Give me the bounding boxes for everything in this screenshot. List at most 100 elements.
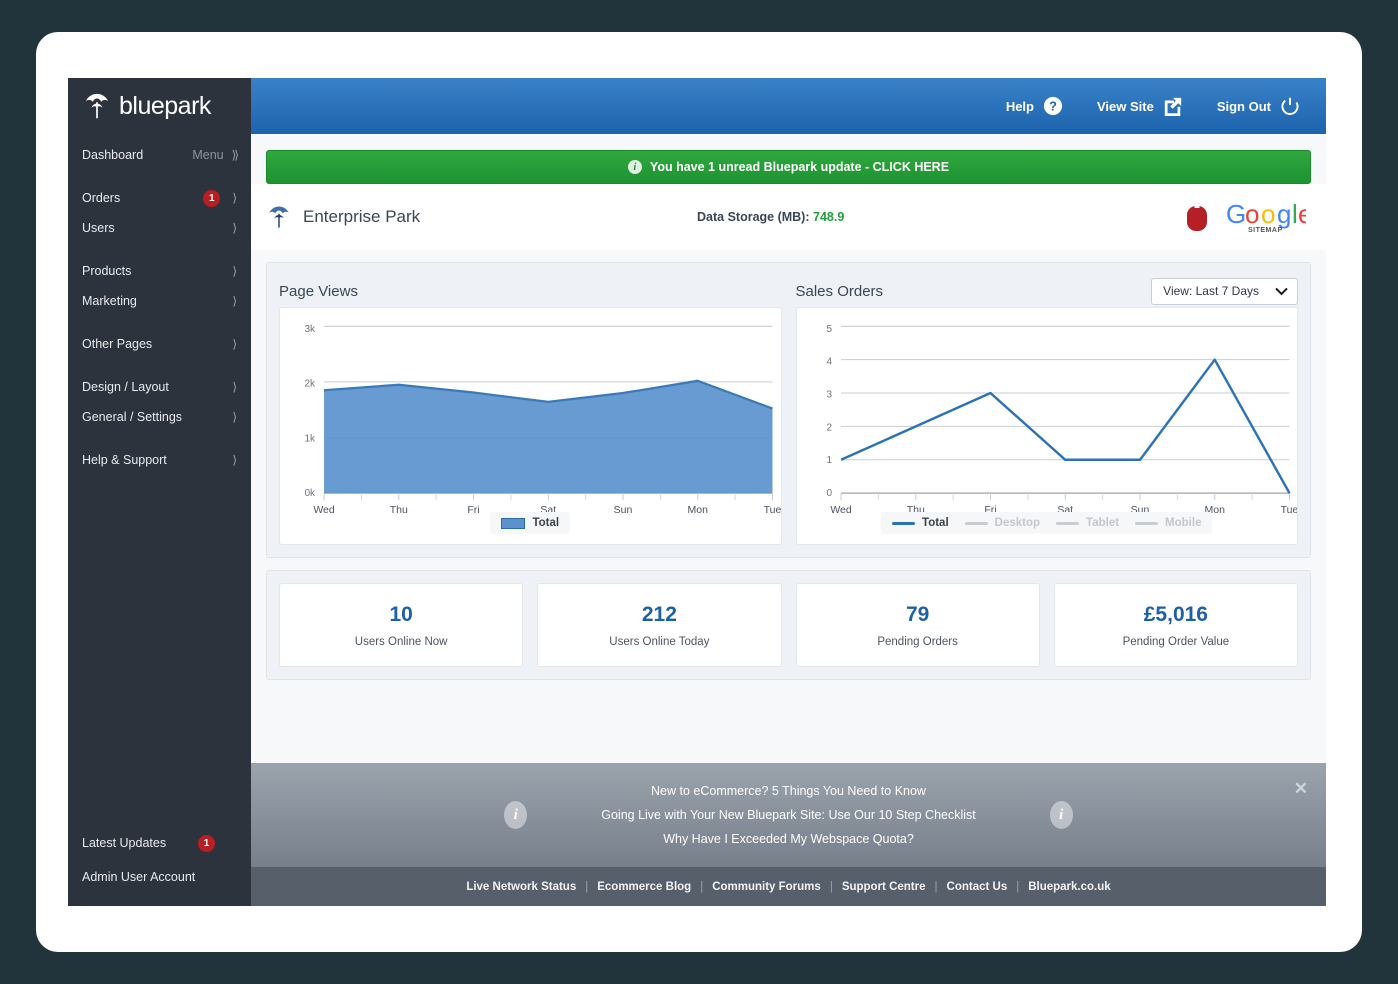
svg-text:0k: 0k (304, 488, 316, 499)
footer-link-bluepark[interactable]: Bluepark.co.uk (1028, 881, 1110, 893)
legend-swatch-icon (892, 521, 916, 525)
stat-card-pending-order-value[interactable]: £5,016 Pending Order Value (1053, 583, 1298, 667)
footer-link-contact-us[interactable]: Contact Us (947, 881, 1008, 893)
sidebar-item-label: Latest Updates (82, 836, 167, 850)
sidebar-item-orders[interactable]: Orders 1 ⟩ (68, 183, 251, 213)
top-bar: Help ? View Site Sign Out (251, 78, 1326, 134)
sidebar-item-dashboard[interactable]: Dashboard Menu ⟩⟩ (68, 140, 251, 170)
sidebar-item-label: Admin User Account (82, 870, 196, 884)
sales-orders-chart-column: Sales Orders View: Last 7 Days 0 1 2 3 4… (795, 275, 1298, 545)
google-sitemap-logo[interactable]: G o o g l e SITEMAP (1226, 199, 1312, 234)
footer-link-live-network-status[interactable]: Live Network Status (466, 881, 576, 893)
page-views-card: 0k 1k 2k 3k Wed Thu Fri Sat Sun Mon Tue Total (279, 307, 782, 545)
sidebar-item-design-layout[interactable]: Design / Layout ⟩ (68, 372, 251, 402)
site-tree-icon (269, 206, 289, 228)
stat-value: 212 (641, 602, 677, 626)
data-storage-label: Data Storage (MB): (697, 210, 810, 224)
sales-orders-title: Sales Orders (795, 282, 884, 300)
legend-item-desktop[interactable]: Desktop (964, 517, 1041, 529)
main-content: i You have 1 unread Bluepark update - CL… (251, 134, 1326, 906)
footer-separator: | (585, 880, 589, 893)
stat-card-users-online-today[interactable]: 212 Users Online Today (537, 583, 782, 667)
sidebar-item-admin-user-account[interactable]: Admin User Account (68, 860, 251, 894)
svg-text:o: o (1261, 201, 1275, 229)
footer-link-community-forums[interactable]: Community Forums (712, 881, 821, 893)
legend-item-total[interactable]: Total (501, 517, 559, 529)
chevron-double-right-icon: ⟩⟩ (231, 148, 240, 162)
help-button[interactable]: Help ? (1006, 96, 1063, 116)
svg-text:2k: 2k (304, 379, 316, 390)
footer-links: Live Network Status | Ecommerce Blog | C… (251, 867, 1326, 906)
legend-label: Total (922, 517, 949, 529)
close-icon[interactable]: ✕ (1294, 779, 1308, 799)
svg-text:0: 0 (826, 488, 832, 499)
sidebar-item-label: Help & Support (82, 453, 167, 467)
svg-text:4: 4 (826, 357, 832, 368)
power-icon (1281, 97, 1299, 115)
google-sitemap-caption: SITEMAP (1248, 227, 1283, 234)
stat-card-users-online-now[interactable]: 10 Users Online Now (279, 583, 524, 667)
legend-item-total[interactable]: Total (892, 517, 949, 529)
sidebar-item-other-pages[interactable]: Other Pages ⟩ (68, 329, 251, 359)
sidebar-item-users[interactable]: Users ⟩ (68, 213, 251, 243)
sidebar-item-label: Other Pages (82, 337, 153, 351)
question-mark-icon: ? (1043, 96, 1063, 116)
sidebar-item-label: Products (82, 264, 132, 278)
site-name-block: Enterprise Park (266, 204, 420, 230)
legend-item-tablet[interactable]: Tablet (1056, 517, 1119, 529)
svg-text:G: G (1226, 201, 1246, 229)
promo-links: New to eCommerce? 5 Things You Need to K… (601, 784, 976, 846)
sidebar-item-latest-updates[interactable]: Latest Updates 1 (68, 826, 251, 860)
page-views-title: Page Views (279, 282, 358, 300)
sidebar-item-products[interactable]: Products ⟩ (68, 256, 251, 286)
view-site-button[interactable]: View Site (1097, 96, 1183, 116)
promo-link-2[interactable]: Going Live with Your New Bluepark Site: … (601, 808, 976, 822)
device-frame: bluepark Dashboard Menu ⟩⟩ Orders 1 ⟩ Us… (36, 32, 1362, 952)
page-title: Enterprise Park (303, 207, 421, 226)
update-notice-banner[interactable]: i You have 1 unread Bluepark update - CL… (266, 150, 1311, 184)
legend-swatch-icon (1135, 521, 1159, 525)
charts-panel: Page Views 0k 1k 2k 3k Wed Thu Fri Sat Sun Mon Tu… (266, 262, 1311, 558)
chevron-right-icon: ⟩ (232, 453, 237, 467)
chevron-right-icon: ⟩ (232, 410, 237, 424)
sidebar-item-label: General / Settings (82, 410, 183, 424)
legend-label: Desktop (994, 517, 1041, 529)
sidebar-item-label: Users (82, 221, 115, 235)
svg-text:3: 3 (826, 390, 832, 401)
sidebar-item-general-settings[interactable]: General / Settings ⟩ (68, 402, 251, 432)
bluepark-mouse-icon[interactable] (1186, 202, 1208, 232)
legend-item-mobile[interactable]: Mobile (1135, 517, 1201, 529)
sales-orders-labels: 012345 Wed Thu Fri Sat Sun Mon Tue (826, 324, 1297, 516)
footer-link-support-centre[interactable]: Support Centre (842, 881, 926, 893)
stat-card-pending-orders[interactable]: 79 Pending Orders (795, 583, 1040, 667)
stat-cards: 10 Users Online Now 212 Users Online Tod… (266, 570, 1311, 680)
sidebar-item-marketing[interactable]: Marketing ⟩ (68, 286, 251, 316)
page-views-legend: Total (280, 512, 781, 534)
promo-link-3[interactable]: Why Have I Exceeded My Webspace Quota? (663, 832, 914, 846)
view-range-select[interactable]: View: Last 7 Days (1151, 277, 1298, 305)
latest-updates-badge: 1 (198, 834, 215, 852)
svg-text:g: g (1277, 201, 1291, 229)
view-range-value: View: Last 7 Days (1163, 284, 1259, 298)
page-views-labels: 0k1k2k3k Wed Thu Fri Sat Sun Mon Tue (304, 324, 780, 516)
notice-wrapper: i You have 1 unread Bluepark update - CL… (251, 134, 1326, 184)
stat-label: Users Online Today (609, 635, 710, 648)
page-views-chart-column: Page Views 0k 1k 2k 3k Wed Thu Fri Sat Sun Mon Tu… (279, 275, 782, 545)
chevron-down-icon (1275, 287, 1288, 295)
data-storage-value: 748.9 (813, 210, 845, 224)
bluepark-logo[interactable]: bluepark (68, 78, 251, 134)
help-label: Help (1005, 98, 1034, 114)
sign-out-button[interactable]: Sign Out (1217, 96, 1300, 116)
sales-orders-header: Sales Orders View: Last 7 Days (795, 275, 1298, 307)
header-logos: G o o g l e SITEMAP (1186, 199, 1312, 234)
orders-badge: 1 (203, 189, 221, 207)
stat-value: 10 (389, 602, 413, 626)
sidebar-item-help-support[interactable]: Help & Support ⟩ (68, 445, 251, 475)
promo-link-1[interactable]: New to eCommerce? 5 Things You Need to K… (651, 784, 926, 798)
stat-value: £5,016 (1143, 602, 1208, 626)
stat-label: Users Online Now (354, 635, 448, 648)
svg-text:5: 5 (826, 324, 832, 335)
footer-link-ecommerce-blog[interactable]: Ecommerce Blog (597, 881, 691, 893)
footer-separator: | (829, 880, 833, 893)
brand-name: bluepark (119, 91, 211, 120)
